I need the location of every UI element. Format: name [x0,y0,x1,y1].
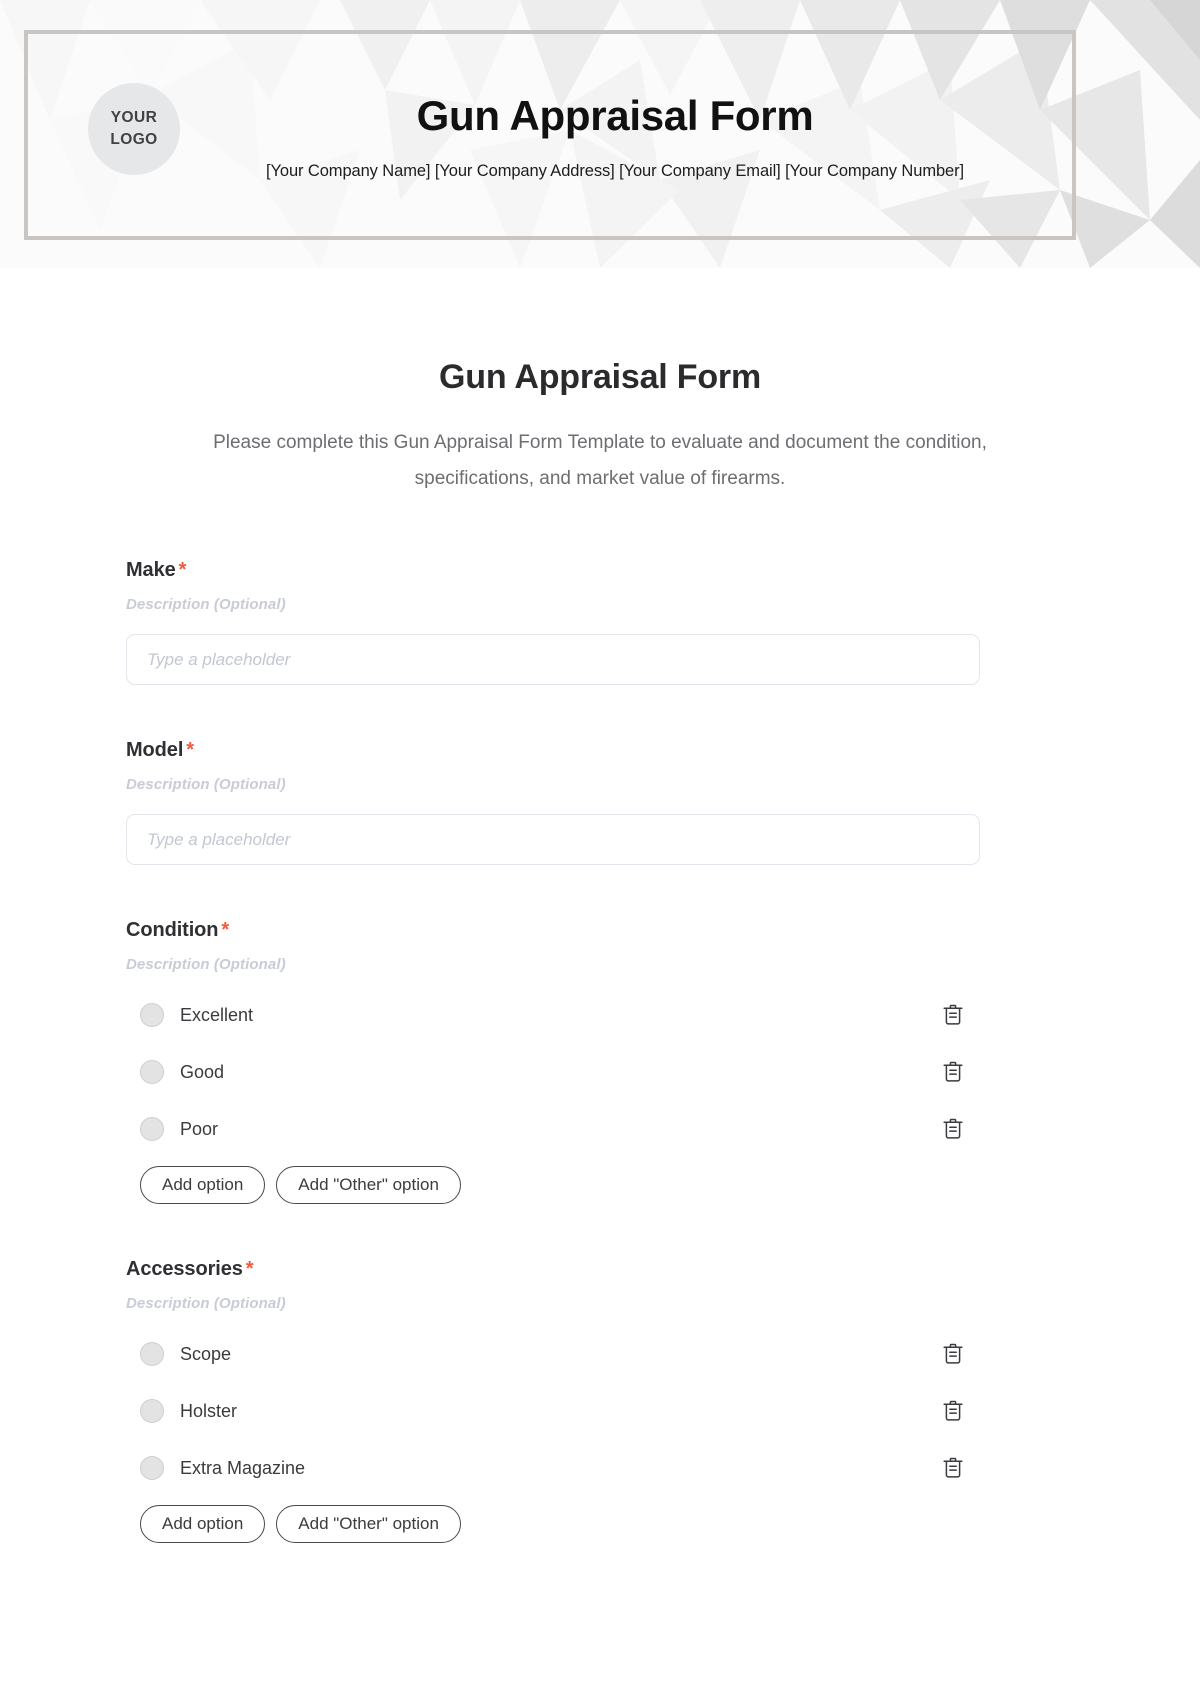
add-option-button-row: Add option Add "Other" option [126,1505,1074,1544]
field-block-accessories: Accessories * Description (Optional) Scope H… [126,1258,1074,1544]
field-label: Make * [126,559,1074,582]
radio-button[interactable] [140,1003,164,1028]
trash-icon[interactable] [940,1002,966,1028]
add-other-option-button[interactable]: Add "Other" option [276,1166,461,1205]
field-label-text: Model [126,739,184,762]
add-option-button-row: Add option Add "Other" option [126,1166,1074,1205]
radio-button[interactable] [140,1456,164,1481]
field-description[interactable]: Description (Optional) [126,776,1074,793]
required-marker: * [221,919,230,942]
option-label: Extra Magazine [180,1457,306,1478]
option-row[interactable]: Good [126,1052,980,1092]
radio-button[interactable] [140,1060,164,1085]
form-subtitle: Please complete this Gun Appraisal Form … [213,432,987,490]
text-input-make[interactable] [126,634,980,686]
option-row[interactable]: Holster [126,1391,980,1431]
trash-icon[interactable] [940,1455,966,1481]
field-label-text: Accessories [126,1258,243,1281]
field-label-text: Condition [126,919,219,942]
required-marker: * [186,739,194,762]
field-label: Model * [126,739,1074,762]
option-label: Excellent [180,1004,254,1025]
field-description[interactable]: Description (Optional) [126,596,1074,613]
option-row[interactable]: Extra Magazine [126,1448,980,1488]
radio-button[interactable] [140,1399,164,1424]
add-option-button[interactable]: Add option [140,1505,266,1544]
field-description[interactable]: Description (Optional) [126,956,1074,973]
option-label: Holster [180,1400,238,1421]
field-block-condition: Condition * Description (Optional) Excellen… [126,919,1074,1205]
form-title: Gun Appraisal Form [439,358,761,396]
field-block-make: Make * Description (Optional) [126,559,1074,686]
trash-icon[interactable] [940,1116,966,1142]
options-list: Scope Holster Extra Magazine [126,1334,1074,1488]
radio-button[interactable] [140,1117,164,1142]
option-label: Scope [180,1343,232,1364]
field-label: Accessories * [126,1258,1074,1281]
form-fields-container: Make*Description (Optional)Model*Descrip… [126,559,1074,1544]
options-list: Excellent Good Poor [126,995,1074,1149]
radio-button[interactable] [140,1342,164,1367]
text-input-model[interactable] [126,814,980,866]
option-label: Poor [180,1118,219,1139]
required-marker: * [178,559,187,582]
required-marker: * [245,1258,254,1281]
field-block-model: Model * Description (Optional) [126,739,1074,866]
option-row[interactable]: Excellent [126,995,980,1035]
field-label-text: Make [126,559,176,582]
form-body: Gun Appraisal Form Please complete this … [0,358,1200,1544]
banner-contact-line: [Your Company Name] [Your Company Addres… [266,162,964,180]
banner-title: Gun Appraisal Form [416,92,814,139]
field-label: Condition * [126,919,1074,942]
add-other-option-button[interactable]: Add "Other" option [276,1505,461,1544]
option-label: Good [180,1061,225,1082]
trash-icon[interactable] [940,1341,966,1367]
option-row[interactable]: Poor [126,1109,980,1149]
option-row[interactable]: Scope [126,1334,980,1374]
trash-icon[interactable] [940,1398,966,1424]
trash-icon[interactable] [940,1059,966,1085]
field-description[interactable]: Description (Optional) [126,1295,1074,1312]
header-banner: YOUR LOGO Gun Appraisal Form [Your Compa… [0,0,1200,268]
add-option-button[interactable]: Add option [140,1166,266,1205]
